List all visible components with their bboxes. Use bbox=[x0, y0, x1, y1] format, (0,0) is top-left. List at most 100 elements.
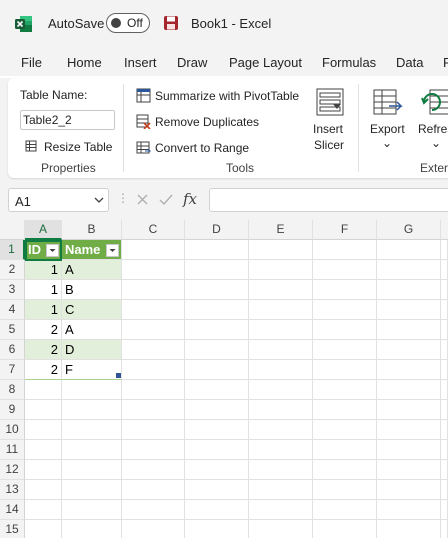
grid-cell[interactable] bbox=[313, 300, 377, 320]
grid-cell[interactable] bbox=[122, 480, 185, 500]
grid-cell[interactable] bbox=[249, 380, 313, 400]
table-cell-id[interactable]: 1 bbox=[25, 280, 62, 300]
grid-cell[interactable] bbox=[377, 500, 441, 520]
grid-cell[interactable] bbox=[185, 520, 249, 538]
grid-cell[interactable] bbox=[62, 520, 122, 538]
grid-cell[interactable] bbox=[185, 400, 249, 420]
tab-home[interactable]: Home bbox=[67, 55, 102, 70]
grid-cell[interactable] bbox=[313, 420, 377, 440]
summarize-pivot-button[interactable]: Summarize with PivotTable bbox=[155, 89, 299, 103]
grid-cell[interactable] bbox=[122, 260, 185, 280]
grid-cell[interactable] bbox=[313, 500, 377, 520]
grid-cell[interactable] bbox=[313, 380, 377, 400]
grid-cell[interactable] bbox=[441, 320, 448, 340]
grid-cell[interactable] bbox=[249, 280, 313, 300]
grid-cell[interactable] bbox=[122, 340, 185, 360]
grid-cell[interactable] bbox=[313, 520, 377, 538]
grid-cell[interactable] bbox=[185, 300, 249, 320]
refresh-chevron-icon[interactable]: ⌄ bbox=[431, 136, 441, 150]
grid-cell[interactable] bbox=[377, 520, 441, 538]
grid-cell[interactable] bbox=[185, 340, 249, 360]
grid-cell[interactable] bbox=[377, 380, 441, 400]
grid-cell[interactable] bbox=[441, 440, 448, 460]
row-header[interactable]: 1 bbox=[0, 240, 25, 260]
grid-cell[interactable] bbox=[122, 320, 185, 340]
grid-cell[interactable] bbox=[62, 440, 122, 460]
table-cell-id[interactable]: 2 bbox=[25, 320, 62, 340]
grid-cell[interactable] bbox=[62, 420, 122, 440]
row-header[interactable]: 4 bbox=[0, 300, 25, 320]
select-all-corner[interactable] bbox=[0, 220, 25, 240]
row-header[interactable]: 11 bbox=[0, 440, 25, 460]
grid-cell[interactable] bbox=[185, 380, 249, 400]
grid-cell[interactable] bbox=[62, 500, 122, 520]
row-header[interactable]: 13 bbox=[0, 480, 25, 500]
grid-cell[interactable] bbox=[25, 460, 62, 480]
row-header[interactable]: 7 bbox=[0, 360, 25, 380]
column-header-c[interactable]: C bbox=[122, 220, 185, 240]
grid-cell[interactable] bbox=[377, 240, 441, 260]
grid-cell[interactable] bbox=[25, 440, 62, 460]
cancel-icon[interactable] bbox=[136, 193, 149, 206]
column-header-d[interactable]: D bbox=[185, 220, 249, 240]
grid-cell[interactable] bbox=[122, 280, 185, 300]
grid-cell[interactable] bbox=[185, 280, 249, 300]
table-cell-name[interactable]: C bbox=[62, 300, 122, 320]
tab-page-layout[interactable]: Page Layout bbox=[229, 55, 302, 70]
resize-table-button[interactable]: Resize Table bbox=[44, 140, 112, 154]
grid-cell[interactable] bbox=[122, 440, 185, 460]
grid-cell[interactable] bbox=[249, 500, 313, 520]
row-header[interactable]: 10 bbox=[0, 420, 25, 440]
save-icon[interactable] bbox=[163, 15, 179, 31]
grid-cell[interactable] bbox=[249, 440, 313, 460]
checkmark-icon[interactable] bbox=[159, 193, 173, 206]
grid-cell[interactable] bbox=[441, 340, 448, 360]
remove-duplicates-button[interactable]: Remove Duplicates bbox=[155, 115, 259, 129]
tab-file[interactable]: File bbox=[21, 55, 42, 70]
grid-cell[interactable] bbox=[185, 360, 249, 380]
grid-cell[interactable] bbox=[249, 320, 313, 340]
tab-draw[interactable]: Draw bbox=[177, 55, 207, 70]
column-header-f[interactable]: F bbox=[313, 220, 377, 240]
grid-cell[interactable] bbox=[249, 460, 313, 480]
tab-review[interactable]: R bbox=[443, 55, 448, 70]
grid-cell[interactable] bbox=[122, 520, 185, 538]
row-header[interactable]: 6 bbox=[0, 340, 25, 360]
insert-slicer-button-line2[interactable]: Slicer bbox=[314, 138, 344, 152]
grid-cell[interactable] bbox=[62, 480, 122, 500]
row-header[interactable]: 9 bbox=[0, 400, 25, 420]
refresh-button[interactable]: Refresh bbox=[418, 122, 448, 136]
grid-cell[interactable] bbox=[249, 240, 313, 260]
grid-cell[interactable] bbox=[25, 480, 62, 500]
grid-cell[interactable] bbox=[441, 500, 448, 520]
grid-cell[interactable] bbox=[377, 300, 441, 320]
grid-cell[interactable] bbox=[249, 520, 313, 538]
grid-cell[interactable] bbox=[25, 380, 62, 400]
grid-cell[interactable] bbox=[25, 500, 62, 520]
grid-cell[interactable] bbox=[25, 400, 62, 420]
grid-cell[interactable] bbox=[377, 460, 441, 480]
filter-button-name[interactable] bbox=[106, 244, 119, 257]
chevron-down-icon[interactable] bbox=[94, 197, 104, 204]
grid-cell[interactable] bbox=[62, 460, 122, 480]
row-header[interactable]: 12 bbox=[0, 460, 25, 480]
grid-cell[interactable] bbox=[62, 380, 122, 400]
grid-cell[interactable] bbox=[377, 340, 441, 360]
grid-cell[interactable] bbox=[441, 400, 448, 420]
grid-cell[interactable] bbox=[377, 260, 441, 280]
column-header-b[interactable]: B bbox=[62, 220, 122, 240]
grid-cell[interactable] bbox=[185, 480, 249, 500]
grid-cell[interactable] bbox=[249, 300, 313, 320]
grid-cell[interactable] bbox=[249, 360, 313, 380]
grid-cell[interactable] bbox=[249, 400, 313, 420]
grid-cell[interactable] bbox=[377, 440, 441, 460]
formula-input[interactable] bbox=[209, 188, 448, 212]
table-cell-id[interactable]: 1 bbox=[25, 260, 62, 280]
more-icon[interactable]: ⋮ bbox=[117, 191, 129, 205]
grid-cell[interactable] bbox=[441, 360, 448, 380]
grid-cell[interactable] bbox=[313, 240, 377, 260]
tab-insert[interactable]: Insert bbox=[124, 55, 157, 70]
grid-cell[interactable] bbox=[185, 500, 249, 520]
grid-cell[interactable] bbox=[313, 360, 377, 380]
tab-formulas[interactable]: Formulas bbox=[322, 55, 376, 70]
